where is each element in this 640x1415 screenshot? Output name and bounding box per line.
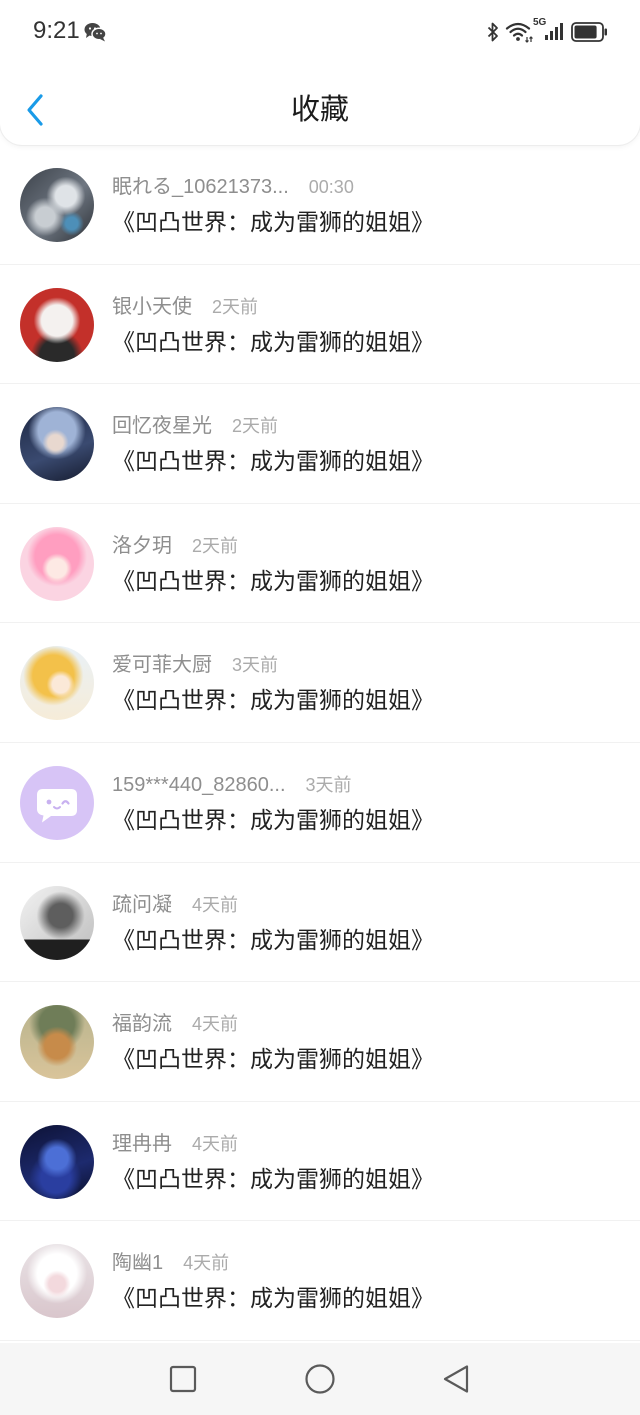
item-meta: 陶幽1 4天前 (112, 1250, 229, 1276)
list-item[interactable]: 疏问凝 4天前 《凹凸世界：成为雷狮的姐姐》 (0, 863, 640, 983)
user-name: 疏问凝 (112, 893, 172, 916)
chat-bubble-icon (37, 788, 77, 823)
item-meta: 眠れる_10621373... 00:30 (112, 174, 354, 200)
item-meta: 爱可菲大厨 3天前 (112, 652, 278, 678)
avatar[interactable] (20, 1005, 94, 1080)
item-meta: 福韵流 4天前 (112, 1011, 238, 1037)
signal-icon (545, 23, 563, 40)
timestamp: 4天前 (192, 894, 239, 915)
list-item[interactable]: 爱可菲大厨 3天前 《凹凸世界：成为雷狮的姐姐》 (0, 623, 640, 743)
status-time: 9:21 (33, 17, 80, 44)
item-title: 《凹凸世界：成为雷狮的姐姐》 (112, 567, 434, 594)
item-meta: 回忆夜星光 2天前 (112, 413, 278, 439)
timestamp: 00:30 (308, 177, 354, 197)
list-item[interactable]: 理冉冉 4天前 《凹凸世界：成为雷狮的姐姐》 (0, 1102, 640, 1222)
avatar[interactable] (20, 1244, 94, 1319)
list-item[interactable]: 银小天使 2天前 《凹凸世界：成为雷狮的姐姐》 (0, 265, 640, 385)
bluetooth-icon (487, 22, 498, 42)
home-button[interactable] (304, 1363, 336, 1395)
list-item[interactable]: 眠れる_10621373... 00:30 《凹凸世界：成为雷狮的姐姐》 (0, 145, 640, 265)
avatar[interactable] (20, 407, 94, 482)
home-icon (305, 1364, 335, 1394)
item-title: 《凹凸世界：成为雷狮的姐姐》 (112, 209, 434, 235)
system-nav-bar (0, 1343, 640, 1415)
favorites-list: 眠れる_10621373... 00:30 《凹凸世界：成为雷狮的姐姐》 银小天使… (0, 145, 640, 1341)
item-title: 《凹凸世界：成为雷狮的姐姐》 (112, 448, 434, 475)
recent-apps-button[interactable] (167, 1363, 199, 1395)
timestamp: 4天前 (183, 1253, 230, 1274)
list-item[interactable]: 回忆夜星光 2天前 《凹凸世界：成为雷狮的姐姐》 (0, 384, 640, 504)
avatar[interactable] (20, 1124, 94, 1199)
avatar[interactable] (20, 526, 94, 601)
avatar[interactable] (20, 765, 94, 840)
user-name: 福韵流 (112, 1013, 172, 1036)
item-title: 《凹凸世界：成为雷狮的姐姐》 (112, 1285, 434, 1312)
avatar[interactable] (20, 168, 94, 242)
battery-fill (574, 25, 597, 39)
wifi-icon (505, 22, 533, 43)
item-meta: 银小天使 2天前 (112, 294, 258, 320)
timestamp: 4天前 (192, 1133, 239, 1154)
user-name: 159***440_82860... (112, 773, 286, 796)
timestamp: 4天前 (192, 1014, 239, 1035)
divider (0, 1339, 640, 1341)
list-item[interactable]: 洛夕玥 2天前 《凹凸世界：成为雷狮的姐姐》 (0, 504, 640, 624)
list-item[interactable]: 159***440_82860... 3天前 《凹凸世界：成为雷狮的姐姐》 (0, 743, 640, 863)
item-meta: 洛夕玥 2天前 (112, 533, 238, 559)
back-icon (443, 1365, 469, 1393)
avatar[interactable] (20, 646, 94, 721)
timestamp: 3天前 (305, 774, 352, 795)
item-title: 《凹凸世界：成为雷狮的姐姐》 (112, 687, 434, 714)
avatar[interactable] (20, 287, 94, 362)
recent-apps-icon (169, 1365, 197, 1393)
item-title: 《凹凸世界：成为雷狮的姐姐》 (112, 806, 434, 833)
user-name: 回忆夜星光 (112, 415, 212, 438)
timestamp: 2天前 (232, 416, 279, 437)
item-title: 《凹凸世界：成为雷狮的姐姐》 (112, 1046, 434, 1073)
back-nav-button[interactable] (440, 1363, 472, 1395)
timestamp: 2天前 (212, 296, 259, 317)
list-item[interactable]: 陶幽1 4天前 《凹凸世界：成为雷狮的姐姐》 (0, 1221, 640, 1341)
user-name: 洛夕玥 (112, 534, 172, 557)
user-name: 银小天使 (112, 295, 192, 318)
battery-icon (571, 22, 607, 42)
item-title: 《凹凸世界：成为雷狮的姐姐》 (112, 926, 434, 953)
item-title: 《凹凸世界：成为雷狮的姐姐》 (112, 328, 434, 355)
item-meta: 疏问凝 4天前 (112, 892, 238, 918)
item-meta: 理冉冉 4天前 (112, 1131, 238, 1157)
list-item[interactable]: 福韵流 4天前 《凹凸世界：成为雷狮的姐姐》 (0, 982, 640, 1102)
user-name: 理冉冉 (112, 1132, 172, 1155)
avatar[interactable] (20, 885, 94, 960)
timestamp: 3天前 (232, 655, 279, 676)
top-bar: 9:21 5G 收藏 (0, 0, 640, 145)
user-name: 陶幽1 (112, 1252, 164, 1275)
wechat-icon (84, 23, 107, 42)
user-name: 爱可菲大厨 (112, 654, 212, 677)
user-name: 眠れる_10621373... (112, 176, 289, 198)
item-meta: 159***440_82860... 3天前 (112, 772, 352, 798)
item-title: 《凹凸世界：成为雷狮的姐姐》 (112, 1165, 434, 1192)
timestamp: 2天前 (192, 535, 239, 556)
page-title: 收藏 (290, 94, 349, 126)
